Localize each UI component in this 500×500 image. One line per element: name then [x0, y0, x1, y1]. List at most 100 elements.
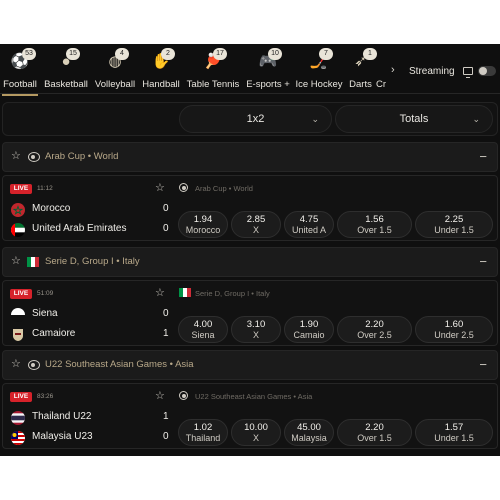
odds-button-home[interactable]: 1.02 Thailand: [178, 419, 228, 446]
sport-label: Darts: [349, 79, 372, 90]
sports-nav: ⚽ 53 Football ● 15 Basketball ◍ 4 Volley…: [0, 44, 500, 96]
league-name: Arab Cup • World: [45, 151, 119, 162]
favorite-star-icon[interactable]: ☆: [11, 357, 21, 370]
sport-tab-ice-hockey[interactable]: 🏒 7 Ice Hockey: [295, 48, 343, 92]
league-name: Serie D, Group I • Italy: [45, 256, 140, 267]
odds-button-home[interactable]: 4.00 Siena: [178, 316, 228, 343]
odds-button-draw[interactable]: 2.85 X: [231, 211, 281, 238]
odds-label: Under 1.5: [434, 433, 474, 443]
match-card[interactable]: LIVE 83:26 ☆ U22 Southeast Asian Games •…: [2, 383, 498, 449]
sport-tab-cricket[interactable]: Cr: [376, 50, 388, 92]
morocco-flag-icon: [11, 203, 25, 217]
world-ball-icon: [28, 360, 40, 370]
odds-button-under[interactable]: 1.57 Under 1.5: [415, 419, 493, 446]
favorite-star-icon[interactable]: ☆: [155, 389, 165, 402]
camaiore-crest-icon: [11, 328, 25, 342]
favorite-star-icon[interactable]: ☆: [11, 149, 21, 162]
italy-flag-icon: [179, 288, 191, 297]
sport-tab-football[interactable]: ⚽ 53 Football: [2, 48, 38, 96]
market-select-label: 1x2: [246, 113, 265, 125]
odds-label: Over 2.5: [357, 330, 392, 340]
market-select-totals[interactable]: Totals ⌄: [335, 105, 493, 133]
odds-button-away[interactable]: 1.90 Camaio: [284, 316, 334, 343]
sport-count-badge: 15: [66, 48, 80, 60]
italy-flag-icon: [27, 257, 39, 267]
odds-value: 1.56: [365, 214, 384, 225]
sport-tab-handball[interactable]: ✋ 2 Handball: [141, 48, 181, 92]
team-name: United Arab Emirates: [32, 223, 127, 234]
team-score: 1: [163, 328, 169, 339]
favorite-star-icon[interactable]: ☆: [11, 254, 21, 267]
sport-tab-darts[interactable]: ➶ 1 Darts: [347, 48, 377, 92]
match-league-name: Serie D, Group I • Italy: [179, 288, 270, 298]
live-badge: LIVE: [10, 392, 32, 402]
odds-label: Siena: [191, 330, 215, 340]
odds-value: 1.02: [193, 422, 213, 433]
sport-tab-esports[interactable]: 🎮 10 E-sports +: [245, 48, 291, 92]
sportsbook-app: ⚽ 53 Football ● 15 Basketball ◍ 4 Volley…: [0, 44, 500, 456]
odds-label: Under 1.5: [434, 225, 474, 235]
match-league-name: Arab Cup • World: [179, 183, 253, 193]
sport-tab-basketball[interactable]: ● 15 Basketball: [42, 48, 90, 92]
team-score: 1: [163, 411, 169, 422]
live-badge: LIVE: [10, 289, 32, 299]
live-badge: LIVE: [10, 184, 32, 194]
odds-value: 1.94: [193, 214, 213, 225]
team-score: 0: [163, 223, 169, 234]
odds-value: 4.75: [299, 214, 319, 225]
streaming-toggle[interactable]: [478, 66, 496, 76]
favorite-star-icon[interactable]: ☆: [155, 181, 165, 194]
sport-label: Table Tennis: [186, 79, 240, 90]
sport-count-badge: 1: [363, 48, 377, 60]
odds-label: Over 1.5: [357, 433, 392, 443]
league-name: U22 Southeast Asian Games • Asia: [45, 359, 194, 370]
odds-label: Morocco: [185, 225, 221, 235]
sport-label: Basketball: [44, 79, 88, 90]
odds-value: 10.00: [244, 422, 268, 433]
odds-button-over[interactable]: 2.20 Over 1.5: [337, 419, 412, 446]
home-team: Morocco 0: [11, 202, 171, 218]
odds-value: 1.60: [444, 319, 464, 330]
odds-button-away[interactable]: 4.75 United A: [284, 211, 334, 238]
league-header[interactable]: ☆ Serie D, Group I • Italy −: [2, 247, 498, 277]
favorite-star-icon[interactable]: ☆: [155, 286, 165, 299]
team-name: Thailand U22: [32, 411, 92, 422]
uae-flag-icon: [11, 223, 25, 237]
world-ball-icon: [28, 152, 40, 162]
odds-value: 2.85: [246, 214, 266, 225]
collapse-icon[interactable]: −: [479, 254, 487, 269]
sport-count-badge: 53: [22, 48, 36, 60]
match-league-name: U22 Southeast Asian Games • Asia: [179, 391, 313, 401]
world-ball-icon: [179, 391, 188, 400]
chevron-right-icon[interactable]: ›: [391, 64, 395, 76]
team-score: 0: [163, 431, 169, 442]
odds-value: 2.25: [444, 214, 464, 225]
odds-button-away[interactable]: 45.00 Malaysia: [284, 419, 334, 446]
odds-button-under[interactable]: 2.25 Under 1.5: [415, 211, 493, 238]
sport-label: E-sports +: [246, 79, 290, 90]
sport-count-badge: 7: [319, 48, 333, 60]
chevron-down-icon: ⌄: [472, 114, 480, 124]
market-select-1x2[interactable]: 1x2 ⌄: [179, 105, 332, 133]
match-card[interactable]: LIVE 11:12 ☆ Arab Cup • World Morocco 0 …: [2, 175, 498, 241]
sport-count-badge: 17: [213, 48, 227, 60]
sport-label: Handball: [142, 79, 180, 90]
odds-button-draw[interactable]: 3.10 X: [231, 316, 281, 343]
odds-button-under[interactable]: 1.60 Under 2.5: [415, 316, 493, 343]
odds-button-home[interactable]: 1.94 Morocco: [178, 211, 228, 238]
odds-button-draw[interactable]: 10.00 X: [231, 419, 281, 446]
match-clock: 83:26: [37, 393, 54, 400]
odds-button-over[interactable]: 2.20 Over 2.5: [337, 316, 412, 343]
collapse-icon[interactable]: −: [479, 149, 487, 164]
match-league-text: U22 Southeast Asian Games • Asia: [195, 392, 313, 401]
odds-label: X: [252, 433, 259, 443]
collapse-icon[interactable]: −: [479, 357, 487, 372]
sport-tab-volleyball[interactable]: ◍ 4 Volleyball: [94, 48, 136, 92]
odds-label: Thailand: [185, 433, 221, 443]
match-card[interactable]: LIVE 51:09 ☆ Serie D, Group I • Italy Si…: [2, 280, 498, 346]
league-header[interactable]: ☆ U22 Southeast Asian Games • Asia −: [2, 350, 498, 380]
sport-tab-table-tennis[interactable]: 🏓 17 Table Tennis: [185, 48, 241, 92]
league-header[interactable]: ☆ Arab Cup • World −: [2, 142, 498, 172]
odds-value: 3.10: [246, 319, 266, 330]
odds-button-over[interactable]: 1.56 Over 1.5: [337, 211, 412, 238]
